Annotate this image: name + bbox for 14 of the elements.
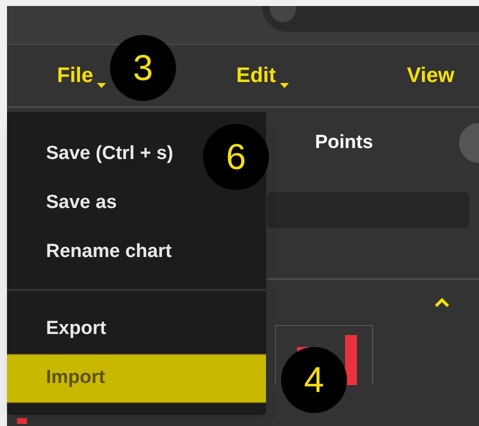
menu-item[interactable]: Edit (236, 60, 289, 92)
menu-option[interactable]: Import (7, 354, 266, 403)
caret-icon (280, 83, 289, 88)
toggle-knob-icon (270, 6, 296, 22)
menu-option[interactable]: Rename chart (46, 228, 172, 277)
tab[interactable]: Points (315, 128, 374, 158)
menu-item[interactable]: View (406, 60, 454, 92)
menu-option[interactable]: Save as (46, 179, 117, 228)
menu-item[interactable]: File (57, 60, 106, 92)
menu-option[interactable]: Save (Ctrl + s) (46, 130, 174, 179)
menu-option[interactable]: Export (46, 305, 106, 354)
caret-icon (97, 83, 106, 88)
chevron-up-icon (435, 298, 449, 307)
bar-stub (17, 418, 27, 424)
